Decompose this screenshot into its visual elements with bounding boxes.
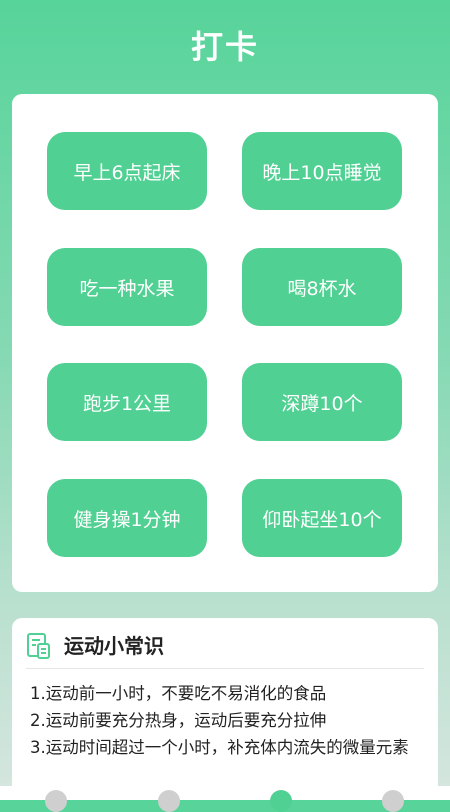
bottom-nav (0, 786, 450, 812)
checkin-button-water[interactable]: 喝8杯水 (242, 248, 402, 326)
checkin-card: 早上6点起床 晚上10点睡觉 吃一种水果 喝8杯水 跑步1公里 深蹲10个 健身… (12, 94, 438, 592)
tip-item: 1.运动前一小时，不要吃不易消化的食品 (30, 684, 327, 703)
discover-icon[interactable] (158, 790, 180, 812)
checkin-button-aerobics[interactable]: 健身操1分钟 (47, 479, 207, 557)
tip-item: 2.运动前要充分热身，运动后要充分拉伸 (30, 711, 327, 730)
sports-tips-card: 运动小常识 1.运动前一小时，不要吃不易消化的食品 2.运动前要充分热身，运动后… (12, 618, 438, 800)
checkin-button-sleep[interactable]: 晚上10点睡觉 (242, 132, 402, 210)
checkin-button-run[interactable]: 跑步1公里 (47, 363, 207, 441)
page-title: 打卡 (190, 28, 259, 66)
home-icon[interactable] (45, 790, 67, 812)
tips-title: 运动小常识 (64, 634, 164, 658)
tips-list: 1.运动前一小时，不要吃不易消化的食品 2.运动前要充分热身，运动后要充分拉伸 … (30, 680, 426, 761)
divider (26, 668, 424, 669)
checkin-button-situps[interactable]: 仰卧起坐10个 (242, 479, 402, 557)
profile-icon[interactable] (382, 790, 404, 812)
checkin-button-wake-up[interactable]: 早上6点起床 (47, 132, 207, 210)
checkin-button-fruit[interactable]: 吃一种水果 (47, 248, 207, 326)
checkin-icon[interactable] (270, 790, 292, 812)
document-icon (27, 633, 50, 659)
tip-item: 3.运动时间超过一个小时，补充体内流失的微量元素 (30, 738, 409, 757)
checkin-button-squat[interactable]: 深蹲10个 (242, 363, 402, 441)
